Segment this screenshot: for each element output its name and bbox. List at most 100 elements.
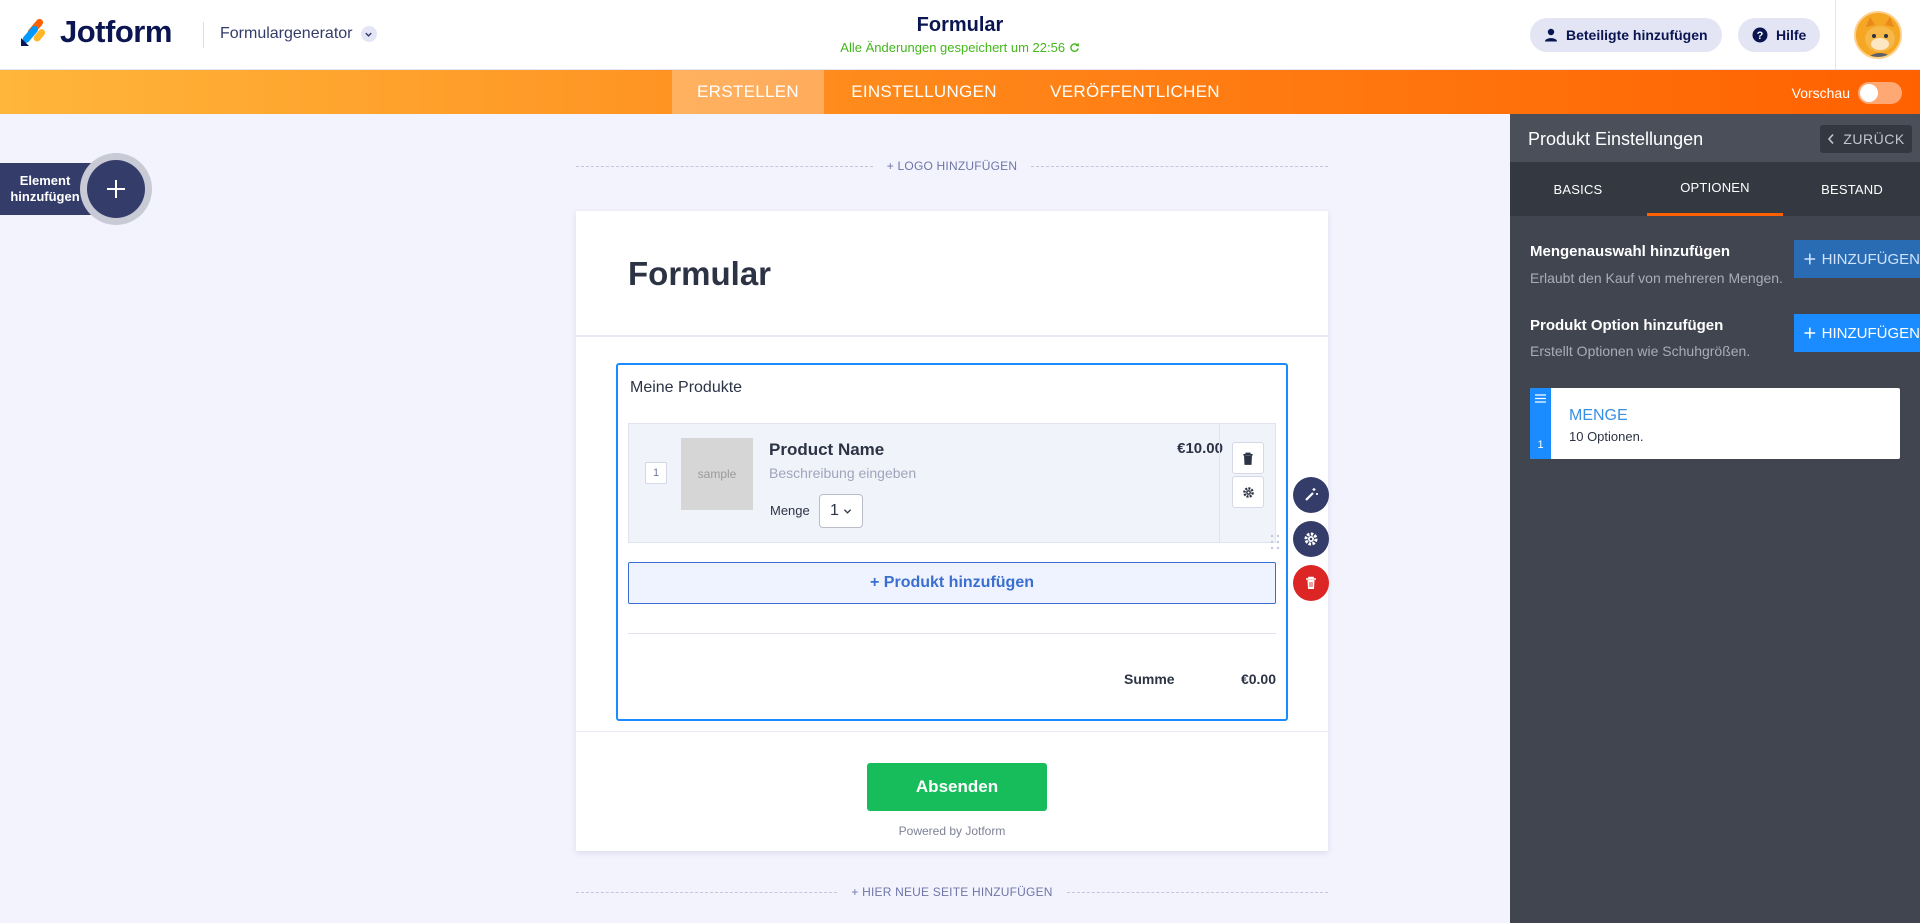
sum-value: €0.00 (1240, 671, 1276, 687)
product-name[interactable]: Product Name (769, 440, 884, 460)
product-price[interactable]: €10.00 (1153, 440, 1223, 457)
form-card: Formular Meine Produkte 1 sample Product… (576, 211, 1328, 851)
field-settings-button[interactable] (1293, 521, 1329, 557)
help-button[interactable]: ? Hilfe (1738, 18, 1821, 52)
gear-icon (1242, 486, 1254, 498)
tab-basics[interactable]: BASICS (1510, 162, 1646, 216)
option-card-subtitle: 10 Optionen. (1569, 429, 1644, 444)
add-logo-link[interactable]: + LOGO HINZUFÜGEN (873, 159, 1031, 173)
dash-segment (576, 165, 873, 167)
logo-text: Jotform (60, 14, 172, 49)
avatar-image (1854, 11, 1902, 59)
save-status-text: Alle Änderungen gespeichert um 22:56 (840, 40, 1066, 55)
back-label: ZURÜCK (1843, 131, 1905, 147)
product-settings-button[interactable] (1232, 476, 1264, 508)
top-header: Jotform Formulargenerator Formular Alle … (0, 0, 1920, 70)
quantity-option-subtitle: Erlaubt den Kauf von mehreren Mengen. (1530, 270, 1783, 286)
plus-icon (87, 160, 145, 218)
add-product-option-label: HINZUFÜGEN (1821, 324, 1920, 342)
product-actions (1219, 424, 1277, 542)
add-page-link[interactable]: + HIER NEUE SEITE HINZUFÜGEN (837, 885, 1066, 899)
product-list-field[interactable]: Meine Produkte 1 sample Product Name Bes… (616, 363, 1288, 721)
heading-divider (576, 335, 1328, 337)
option-card-title: MENGE (1569, 407, 1628, 424)
delete-product-button[interactable] (1232, 442, 1264, 474)
powered-by: Powered by Jotform (898, 824, 1006, 838)
help-label: Hilfe (1776, 27, 1807, 43)
jotform-logo-icon (21, 18, 46, 46)
toggle-knob (1860, 84, 1878, 102)
sum-label: Summe (1124, 671, 1175, 687)
add-quantity-label: HINZUFÜGEN (1821, 250, 1920, 268)
tab-erstellen[interactable]: ERSTELLEN (672, 70, 824, 114)
user-avatar[interactable] (1835, 0, 1920, 70)
page-title[interactable]: Formular (760, 14, 1160, 37)
drag-handle-icon[interactable] (1270, 533, 1280, 551)
form-heading[interactable]: Formular (628, 255, 771, 293)
add-element-button[interactable]: Element hinzufügen (0, 153, 152, 225)
tab-optionen[interactable]: OPTIONEN (1647, 162, 1783, 216)
tab-bestand[interactable]: BESTAND (1784, 162, 1920, 216)
plus-icon (1804, 327, 1816, 339)
product-item[interactable]: 1 sample Product Name Beschreibung einge… (628, 423, 1276, 543)
dash-segment (576, 891, 838, 893)
panel-title: Produkt Einstellungen (1528, 129, 1704, 149)
add-quantity-button[interactable]: HINZUFÜGEN (1794, 240, 1920, 278)
product-option-subtitle: Erstellt Optionen wie Schuhgrößen. (1530, 343, 1751, 359)
field-label[interactable]: Meine Produkte (630, 379, 742, 397)
plus-icon (1804, 253, 1816, 265)
form-builder-menu[interactable]: Formulargenerator (220, 25, 377, 43)
product-description[interactable]: Beschreibung eingeben (769, 465, 916, 481)
user-icon (1545, 28, 1557, 42)
option-card-menge[interactable]: 1 MENGE 10 Optionen. (1530, 388, 1900, 459)
add-participants-button[interactable]: Beteiligte hinzufügen (1530, 18, 1722, 52)
quantity-select[interactable]: 1 (819, 494, 863, 528)
add-page-divider[interactable]: + HIER NEUE SEITE HINZUFÜGEN (576, 882, 1329, 902)
product-image-placeholder[interactable]: sample (681, 438, 753, 510)
back-button[interactable]: ZURÜCK (1820, 125, 1912, 153)
refresh-icon (1069, 43, 1079, 52)
preview-toggle[interactable] (1858, 82, 1902, 104)
tab-veroeffentlichen[interactable]: VERÖFFENTLICHEN (1024, 70, 1246, 114)
form-title-block: Formular Alle Änderungen gespeichert um … (760, 14, 1160, 55)
gear-icon (1304, 532, 1318, 546)
chevron-down-icon (360, 26, 377, 42)
properties-panel: Produkt Einstellungen ZURÜCK BASICS OPTI… (1510, 114, 1920, 923)
save-status: Alle Änderungen gespeichert um 22:56 (760, 40, 1160, 55)
product-option-title: Produkt Option hinzufügen (1530, 317, 1724, 334)
help-icon: ? (1752, 27, 1768, 43)
add-participants-label: Beteiligte hinzufügen (1566, 27, 1708, 43)
preview-toggle-group: Vorschau (1792, 82, 1902, 104)
magic-wand-icon (1305, 488, 1318, 501)
magic-wand-button[interactable] (1293, 477, 1329, 513)
submit-button[interactable]: Absenden (867, 763, 1047, 811)
sum-divider (628, 633, 1276, 634)
chevron-left-icon (1828, 133, 1834, 145)
quantity-option-title: Mengenauswahl hinzufügen (1530, 243, 1731, 260)
drag-lines-icon (1535, 394, 1546, 403)
panel-tabs: BASICS OPTIONEN BESTAND (1510, 162, 1920, 216)
submit-divider (576, 731, 1328, 732)
add-product-button[interactable]: + Produkt hinzufügen (628, 562, 1276, 604)
trash-icon (1306, 576, 1316, 589)
product-index: 1 (645, 462, 667, 484)
builder-nav: ERSTELLEN EINSTELLUNGEN VERÖFFENTLICHEN … (0, 70, 1920, 114)
quantity-label: Menge (770, 503, 810, 518)
delete-field-button[interactable] (1293, 565, 1329, 601)
quantity-value: 1 (830, 502, 839, 519)
dash-segment (1066, 891, 1329, 893)
svg-text:?: ? (1757, 30, 1764, 42)
dash-segment (1031, 165, 1329, 167)
add-element-plus[interactable] (80, 153, 152, 225)
header-divider (203, 22, 204, 48)
jotform-logo[interactable]: Jotform (18, 14, 172, 50)
add-product-option-button[interactable]: HINZUFÜGEN (1794, 314, 1920, 352)
tab-einstellungen[interactable]: EINSTELLUNGEN (824, 70, 1024, 114)
chevron-down-icon (843, 508, 852, 514)
form-builder-label: Formulargenerator (220, 25, 353, 42)
option-card-index: 1 (1537, 439, 1544, 451)
trash-icon (1243, 452, 1253, 465)
preview-label: Vorschau (1791, 85, 1850, 101)
add-logo-divider[interactable]: + LOGO HINZUFÜGEN (576, 156, 1329, 176)
panel-header: Produkt Einstellungen ZURÜCK (1510, 114, 1920, 162)
